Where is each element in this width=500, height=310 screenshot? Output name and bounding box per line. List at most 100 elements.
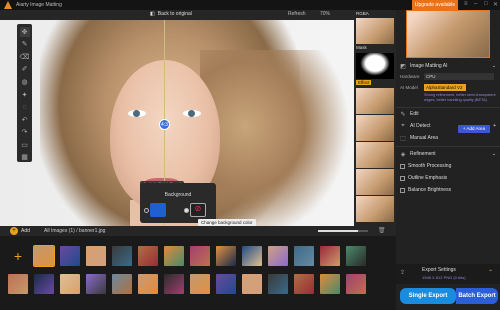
bg-option-color[interactable]: ⊘ (190, 203, 206, 217)
trash-icon[interactable]: 🗑 (378, 227, 386, 234)
background-popup: Background ⊘ (140, 183, 216, 223)
refinement-icon: ◈ (400, 151, 406, 158)
ai-model-label: AI Model (400, 85, 418, 90)
edit-section-header[interactable]: ✎ Edit (396, 110, 500, 118)
compare-split-handle[interactable]: 4:3 (159, 119, 170, 130)
gallery-thumbnail[interactable] (346, 246, 366, 266)
gallery-thumbnail[interactable] (60, 246, 80, 266)
brush-icon[interactable]: ✎ (20, 40, 30, 50)
zoom-select[interactable]: 70% (320, 11, 330, 17)
rgba-label: RGBA (356, 11, 369, 16)
gallery-thumbnail[interactable] (8, 274, 28, 294)
gallery-thumbnail[interactable] (138, 246, 158, 266)
gallery-thumbnail[interactable] (190, 246, 210, 266)
gallery-thumbnail[interactable] (268, 274, 288, 294)
lasso-icon[interactable]: ◌ (20, 102, 30, 112)
gallery-thumbnail[interactable] (190, 274, 210, 294)
gallery-thumbnail[interactable] (268, 246, 288, 266)
matting-ai-icon: ◩ (400, 63, 406, 70)
grid-icon[interactable]: ▦ (20, 152, 30, 162)
batch-export-button[interactable]: Batch Export (456, 288, 498, 304)
balance-brightness-option[interactable]: Balance Brightness (400, 187, 500, 193)
gallery-thumbnail[interactable] (164, 274, 184, 294)
smooth-processing-option[interactable]: Smooth Processing (400, 163, 500, 169)
maximize-icon[interactable]: □ (484, 1, 488, 7)
upgrade-button[interactable]: Upgrade available (412, 0, 458, 10)
ai-model-select[interactable]: AlphaStandard V2 (424, 84, 466, 91)
mask-label: Mask (356, 45, 367, 50)
gallery-thumbnail[interactable] (320, 246, 340, 266)
gallery-thumbnail[interactable] (34, 274, 54, 294)
photo-eye-left (128, 110, 146, 117)
model-section-header[interactable]: ◩ Image Matting AI ⌄ (396, 62, 500, 70)
gallery-thumbnail[interactable] (112, 246, 132, 266)
gallery-thumbnail[interactable] (216, 274, 236, 294)
edit-icon: ✎ (400, 111, 406, 118)
effect-thumbnail[interactable] (356, 196, 394, 222)
add-icon[interactable]: + (493, 123, 496, 129)
hardware-select[interactable]: CPU (424, 73, 494, 80)
add-image-tile[interactable]: + (8, 246, 28, 266)
gallery-thumbnail[interactable] (242, 246, 262, 266)
crop-icon[interactable]: ▭ (20, 140, 30, 150)
mask-thumbnail[interactable] (356, 53, 394, 79)
app-window: Aiarty Image Matting Upgrade available ≡… (0, 0, 500, 310)
single-export-button[interactable]: Single Export (400, 288, 456, 304)
bg-option-transparent[interactable] (150, 203, 166, 217)
add-images-button[interactable]: + (10, 227, 18, 235)
gallery-thumbnail[interactable] (60, 274, 80, 294)
thumbnail-size-slider[interactable] (318, 230, 368, 232)
refresh-button[interactable]: Refresh (288, 11, 306, 17)
gallery-thumbnail[interactable] (294, 274, 314, 294)
outline-emphasis-option[interactable]: Outline Emphasis (400, 175, 500, 181)
divider (396, 146, 500, 147)
gallery-thumbnail[interactable] (164, 246, 184, 266)
gallery-thumbnail[interactable] (320, 274, 340, 294)
export-settings-bar[interactable]: ⇪ Export Settings 1948 X 812 PNG (0 bits… (396, 264, 500, 284)
gallery-thumbnail[interactable] (242, 274, 262, 294)
smooth-checkbox[interactable] (400, 163, 405, 169)
refinement-section-header[interactable]: ◈ Refinement ⌄ (396, 150, 500, 158)
pointer-icon[interactable]: ✥ (19, 27, 30, 37)
gallery-thumbnail[interactable] (294, 246, 314, 266)
magic-icon[interactable]: ✦ (20, 90, 30, 100)
close-icon[interactable]: ✕ (493, 1, 498, 8)
redo-icon[interactable]: ↷ (20, 127, 30, 137)
edit-label: Edit (410, 111, 419, 117)
effect-thumbnail[interactable] (356, 88, 394, 114)
rgba-thumbnail[interactable] (356, 18, 394, 44)
smooth-label: Smooth Processing (408, 163, 452, 169)
all-images-breadcrumb[interactable]: All Images (1) / banner1.jpg (44, 228, 105, 234)
ai-detect-label: AI Detect (410, 123, 431, 129)
outline-label: Outline Emphasis (408, 175, 448, 181)
gallery-thumbnail[interactable] (138, 274, 158, 294)
effect-thumbnail[interactable] (356, 142, 394, 168)
gallery-thumbnail[interactable] (86, 274, 106, 294)
expand-icon[interactable]: ⌃ (488, 269, 493, 276)
gallery-thumbnail[interactable] (112, 274, 132, 294)
outline-checkbox[interactable] (400, 175, 405, 181)
current-file-label: banner1.jpg (79, 228, 106, 234)
gallery-thumbnail[interactable] (216, 246, 236, 266)
effect-label-row: Effect (354, 80, 396, 87)
menu-icon[interactable]: ≡ (464, 1, 468, 7)
bg-radio-transparent[interactable] (144, 208, 149, 213)
collapse-icon[interactable]: ⌄ (492, 63, 496, 69)
canvas-toolbar: ◧ Back to original Refresh 70% (0, 10, 354, 20)
gallery-thumbnail[interactable] (86, 246, 106, 266)
undo-icon[interactable]: ↶ (20, 115, 30, 125)
eraser-icon[interactable]: ⌫ (20, 52, 30, 62)
gallery-thumbnail[interactable] (33, 245, 55, 267)
add-area-button[interactable]: + Add Area (458, 125, 490, 133)
fill-icon[interactable]: ◍ (20, 77, 30, 87)
minimize-icon[interactable]: – (474, 1, 477, 7)
balance-checkbox[interactable] (400, 187, 405, 193)
collapse-icon[interactable]: ⌄ (492, 151, 496, 157)
effect-thumbnail[interactable] (356, 169, 394, 195)
effect-thumbnail[interactable] (356, 115, 394, 141)
gallery-thumbnail[interactable] (346, 274, 366, 294)
pen-icon[interactable]: ✐ (20, 65, 30, 75)
back-to-original-toggle[interactable]: ◧ Back to original (150, 11, 192, 17)
bg-radio-color[interactable] (184, 208, 189, 213)
manual-area-row[interactable]: ⬚ Manual Area (396, 134, 456, 142)
